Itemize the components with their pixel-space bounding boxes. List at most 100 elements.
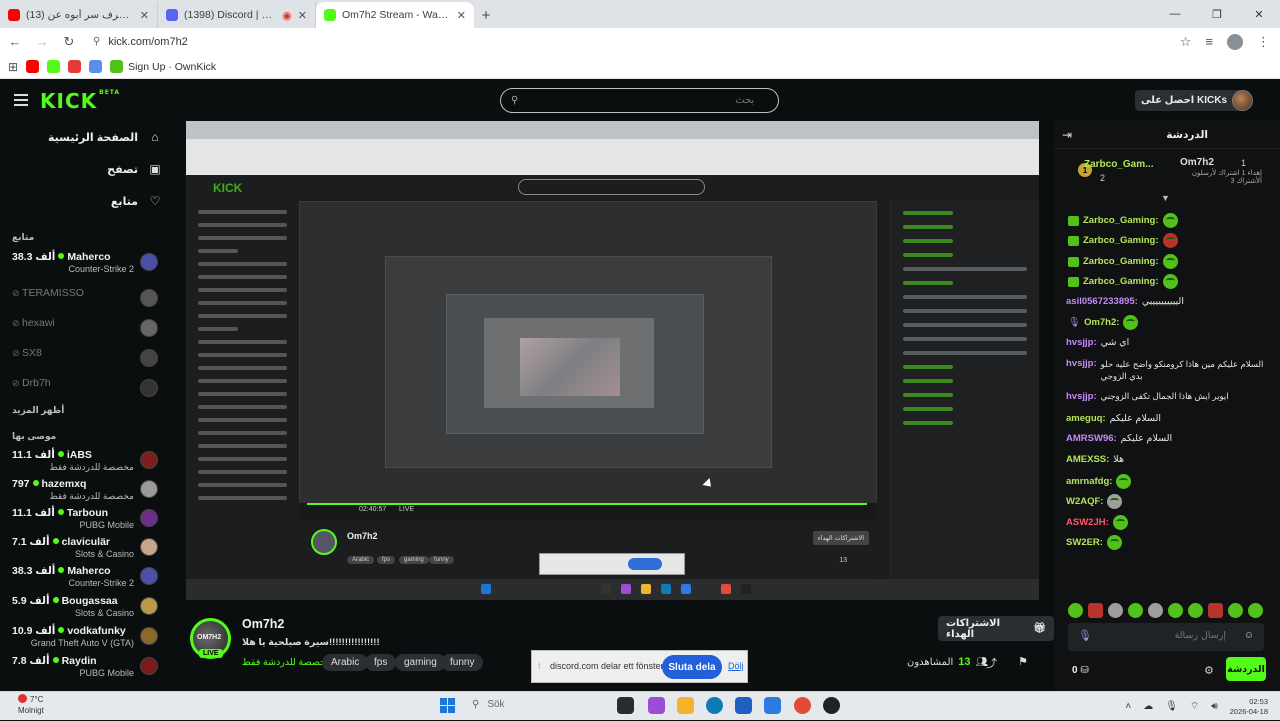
- close-icon[interactable]: ✕: [140, 9, 149, 22]
- chat-username[interactable]: SW2ER:: [1066, 537, 1103, 548]
- emoji-picker-icon[interactable]: ☺: [1244, 630, 1254, 641]
- bookmark-ownkick[interactable]: Sign Up · OwnKick: [110, 60, 216, 73]
- subscribe-gifts-button[interactable]: الاشتراكات الهداء 🎁︎: [938, 616, 1054, 641]
- sidebar-channel-hexawi[interactable]: hexawi: [12, 317, 162, 347]
- sidebar-channel-tarboun[interactable]: 11.1 ألف Tarboun PUBG Mobile: [12, 507, 162, 537]
- video-player[interactable]: KICK 02:40:57 LIVE Om7h2 Arabic fps gami…: [186, 121, 1039, 600]
- more-options-icon[interactable]: ⚑: [1018, 655, 1028, 668]
- app-icon[interactable]: [764, 697, 781, 714]
- emote-icon[interactable]: [1068, 603, 1083, 618]
- tag-fps[interactable]: fps: [365, 654, 397, 671]
- sidebar-channel-maherco-rec[interactable]: 38.3 ألف Maherco Counter-Strike 2: [12, 565, 162, 595]
- emote-icon[interactable]: [1208, 603, 1223, 618]
- tab-youtube[interactable]: (13) سمعو بدو يعرف سر أبوه عن ✕: [0, 2, 158, 28]
- chat-input-box[interactable]: 🎙︎ ☺: [1068, 623, 1264, 651]
- stop-sharing-button[interactable]: Sluta dela: [662, 655, 722, 679]
- volume-icon[interactable]: 🔊︎: [1211, 701, 1217, 712]
- show-more-link[interactable]: أظهر المزيد: [12, 405, 64, 416]
- chrome-icon[interactable]: [794, 697, 811, 714]
- sidebar-channel-drb7h[interactable]: Drb7h: [12, 377, 162, 407]
- hide-link[interactable]: Dölj: [728, 661, 744, 671]
- chat-send-button[interactable]: الدردشة: [1226, 657, 1266, 681]
- menu-icon[interactable]: ⋮: [1257, 34, 1270, 50]
- chat-username[interactable]: hvsjjp:: [1066, 358, 1097, 369]
- sidebar-channel-clavicular[interactable]: 7.1 ألف claviculär Slots & Casino: [12, 536, 162, 566]
- chat-username[interactable]: Om7h2:: [1084, 317, 1119, 328]
- tag-gaming[interactable]: gaming: [395, 654, 446, 671]
- chat-username[interactable]: asil0567233895:: [1066, 296, 1138, 307]
- bookmark-star-icon[interactable]: ☆: [1180, 34, 1192, 50]
- sidebar-channel-maherco[interactable]: 38.3 ألف Maherco Counter-Strike 2: [12, 251, 162, 281]
- emote-icon[interactable]: [1148, 603, 1163, 618]
- onedrive-icon[interactable]: ☁: [1143, 701, 1153, 712]
- hamburger-menu-icon[interactable]: [14, 94, 28, 106]
- nav-home[interactable]: ⌂ الصفحة الرئيسية: [48, 130, 162, 144]
- chat-username[interactable]: hvsjjp:: [1066, 337, 1097, 348]
- chat-username[interactable]: Zarbco_Gaming:: [1083, 256, 1159, 267]
- emote-icon[interactable]: [1088, 603, 1103, 618]
- tag-arabic[interactable]: Arabic: [322, 654, 369, 671]
- close-icon[interactable]: ✕: [298, 9, 307, 22]
- chat-username[interactable]: Zarbco_Gaming:: [1083, 276, 1159, 287]
- nav-following[interactable]: ♡ متابع: [111, 194, 162, 208]
- chat-message-input[interactable]: [1106, 630, 1226, 641]
- tab-kick[interactable]: Om7h2 Stream - Watch Live on ✕: [316, 2, 474, 28]
- chat-username[interactable]: Zarbco_Gaming:: [1083, 215, 1159, 226]
- bookmark-youtube[interactable]: [26, 60, 40, 73]
- apps-icon[interactable]: ⊞: [8, 60, 18, 74]
- close-icon[interactable]: ✕: [457, 9, 466, 22]
- new-tab-button[interactable]: +: [474, 2, 498, 28]
- emote-icon[interactable]: [1228, 603, 1243, 618]
- stream-category[interactable]: مخصصة للدردشة فقط: [242, 657, 331, 668]
- chat-username[interactable]: ASW2JH:: [1066, 517, 1109, 528]
- sidebar-channel-raydin[interactable]: 7.8 ألف Raydin PUBG Mobile: [12, 655, 162, 685]
- back-button[interactable]: ←: [3, 34, 27, 49]
- forward-button[interactable]: →: [30, 34, 54, 49]
- chat-username[interactable]: ameguq:: [1066, 413, 1106, 424]
- chevron-down-icon[interactable]: ▼: [1161, 193, 1170, 203]
- address-bar[interactable]: ⚲ kick.com/om7h2: [93, 36, 1143, 48]
- search-bar[interactable]: ⚲: [500, 88, 779, 113]
- nav-browse[interactable]: ▣ تصفح: [107, 162, 162, 176]
- emote-icon[interactable]: [1248, 603, 1263, 618]
- chat-username[interactable]: W2AQF:: [1066, 496, 1103, 507]
- bookmark-kick[interactable]: [47, 60, 61, 73]
- search-input[interactable]: [524, 95, 755, 106]
- bookmark-gmail[interactable]: [68, 60, 82, 73]
- share-icon[interactable]: ⤴: [986, 655, 997, 671]
- profile-avatar[interactable]: [1227, 33, 1243, 50]
- reading-list-icon[interactable]: ≡: [1205, 34, 1213, 49]
- clock[interactable]: 02:53 2026-04-18: [1230, 697, 1268, 717]
- emote-icon[interactable]: [1108, 603, 1123, 618]
- tab-discord[interactable]: (1398) Discord | Sarmad's C ◉ ✕: [158, 2, 316, 28]
- collapse-chat-icon[interactable]: ⇥: [1062, 128, 1072, 142]
- tag-funny[interactable]: funny: [441, 654, 484, 671]
- chat-username[interactable]: amrnafdg:: [1066, 476, 1112, 487]
- user-avatar[interactable]: [1232, 90, 1253, 111]
- wifi-icon[interactable]: ⌔: [1190, 700, 1199, 713]
- sidebar-channel-bougassaa[interactable]: 5.9 ألف Bougassaa Slots & Casino: [12, 595, 162, 625]
- taskbar-search[interactable]: ⚲ Sök: [472, 699, 505, 710]
- task-view-icon[interactable]: [617, 697, 634, 714]
- reload-button[interactable]: ↻: [57, 34, 81, 50]
- kick-logo[interactable]: KICK BETA: [40, 89, 120, 113]
- copilot-icon[interactable]: [648, 697, 665, 714]
- chat-username[interactable]: AMEXSS:: [1066, 454, 1109, 465]
- minimize-button[interactable]: —: [1154, 0, 1196, 28]
- sidebar-channel-teramisso[interactable]: TERAMISSO: [12, 287, 162, 317]
- weather-widget[interactable]: 7°C Molnigt: [18, 694, 44, 716]
- streamer-name[interactable]: Om7h2: [242, 617, 284, 631]
- mic-tray-icon[interactable]: 🎙︎: [1165, 701, 1178, 712]
- kicks-balance[interactable]: 0 ⛁: [1072, 665, 1089, 676]
- site-info-icon[interactable]: ⚲: [93, 36, 100, 47]
- start-button[interactable]: [440, 698, 455, 713]
- sidebar-channel-vodkafunky[interactable]: 10.9 ألف vodkafunky Grand Theft Auto V (G…: [12, 625, 162, 655]
- sidebar-channel-hazemxq[interactable]: 797 hazemxq مخصصة للدردشة فقط: [12, 478, 162, 508]
- edge-icon[interactable]: [706, 697, 723, 714]
- close-window-button[interactable]: ✕: [1238, 0, 1280, 28]
- drag-handle-icon[interactable]: ⁞: [538, 661, 541, 671]
- mic-icon[interactable]: 🎙︎: [1078, 629, 1092, 642]
- sidebar-channel-iabs[interactable]: 11.1 ألف iABS مخصصة للدردشة فقط: [12, 449, 162, 479]
- file-explorer-icon[interactable]: [677, 697, 694, 714]
- obs-icon[interactable]: [823, 697, 840, 714]
